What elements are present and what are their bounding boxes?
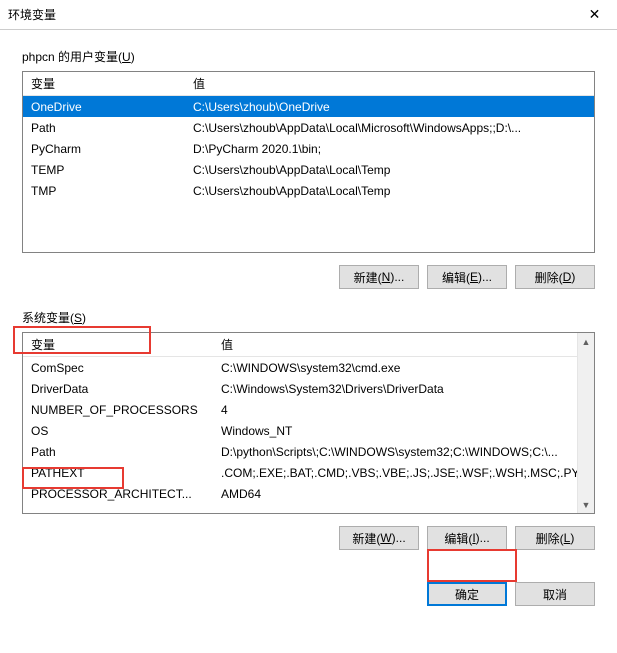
table-row[interactable]: DriverData C:\Windows\System32\Drivers\D… <box>23 378 594 399</box>
table-row[interactable]: Path D:\python\Scripts\;C:\WINDOWS\syste… <box>23 441 594 462</box>
column-header-variable[interactable]: 变量 <box>23 333 213 357</box>
chevron-down-icon[interactable]: ▼ <box>578 496 594 513</box>
table-row[interactable]: NUMBER_OF_PROCESSORS 4 <box>23 399 594 420</box>
system-delete-button[interactable]: 删除(L) <box>515 526 595 550</box>
ok-button[interactable]: 确定 <box>427 582 507 606</box>
table-row[interactable]: PATHEXT .COM;.EXE;.BAT;.CMD;.VBS;.VBE;.J… <box>23 462 594 483</box>
chevron-up-icon[interactable]: ▲ <box>578 333 594 350</box>
close-button[interactable]: ✕ <box>572 0 617 30</box>
system-table-scrollbar[interactable]: ▲ ▼ <box>577 333 594 513</box>
user-variables-table: 变量 值 OneDrive C:\Users\zhoub\OneDrive Pa… <box>22 71 595 253</box>
cancel-button[interactable]: 取消 <box>515 582 595 606</box>
system-variables-label: 系统变量(S) <box>22 309 86 326</box>
table-row[interactable]: TEMP C:\Users\zhoub\AppData\Local\Temp <box>23 159 594 180</box>
close-icon: ✕ <box>589 6 601 23</box>
table-row[interactable]: Path C:\Users\zhoub\AppData\Local\Micros… <box>23 117 594 138</box>
table-row[interactable]: PROCESSOR_ARCHITECT... AMD64 <box>23 483 594 504</box>
user-delete-button[interactable]: 删除(D) <box>515 265 595 289</box>
table-row[interactable]: PyCharm D:\PyCharm 2020.1\bin; <box>23 138 594 159</box>
user-variables-label: phpcn 的用户变量(U) <box>22 48 135 65</box>
table-row[interactable]: OS Windows_NT <box>23 420 594 441</box>
titlebar: 环境变量 ✕ <box>0 0 617 30</box>
column-header-value[interactable]: 值 <box>213 333 594 357</box>
user-edit-button[interactable]: 编辑(E)... <box>427 265 507 289</box>
system-table-body: ComSpec C:\WINDOWS\system32\cmd.exe Driv… <box>23 357 594 504</box>
system-variables-table: 变量 值 ComSpec C:\WINDOWS\system32\cmd.exe… <box>22 332 595 514</box>
dialog-body: phpcn 的用户变量(U) 变量 值 OneDrive C:\Users\zh… <box>0 30 617 568</box>
table-row[interactable]: OneDrive C:\Users\zhoub\OneDrive <box>23 96 594 117</box>
column-header-value[interactable]: 值 <box>185 72 594 96</box>
user-new-button[interactable]: 新建(N)... <box>339 265 419 289</box>
dialog-footer: 确定 取消 <box>0 568 617 622</box>
system-table-header: 变量 值 <box>23 333 594 357</box>
system-new-button[interactable]: 新建(W)... <box>339 526 419 550</box>
user-table-header: 变量 值 <box>23 72 594 96</box>
system-buttons-row: 新建(W)... 编辑(I)... 删除(L) <box>22 526 595 550</box>
column-header-variable[interactable]: 变量 <box>23 72 185 96</box>
user-buttons-row: 新建(N)... 编辑(E)... 删除(D) <box>22 265 595 289</box>
table-row[interactable]: ComSpec C:\WINDOWS\system32\cmd.exe <box>23 357 594 378</box>
window-title: 环境变量 <box>8 6 56 23</box>
scroll-track[interactable] <box>578 350 594 496</box>
system-edit-button[interactable]: 编辑(I)... <box>427 526 507 550</box>
table-row[interactable]: TMP C:\Users\zhoub\AppData\Local\Temp <box>23 180 594 201</box>
user-table-body: OneDrive C:\Users\zhoub\OneDrive Path C:… <box>23 96 594 201</box>
